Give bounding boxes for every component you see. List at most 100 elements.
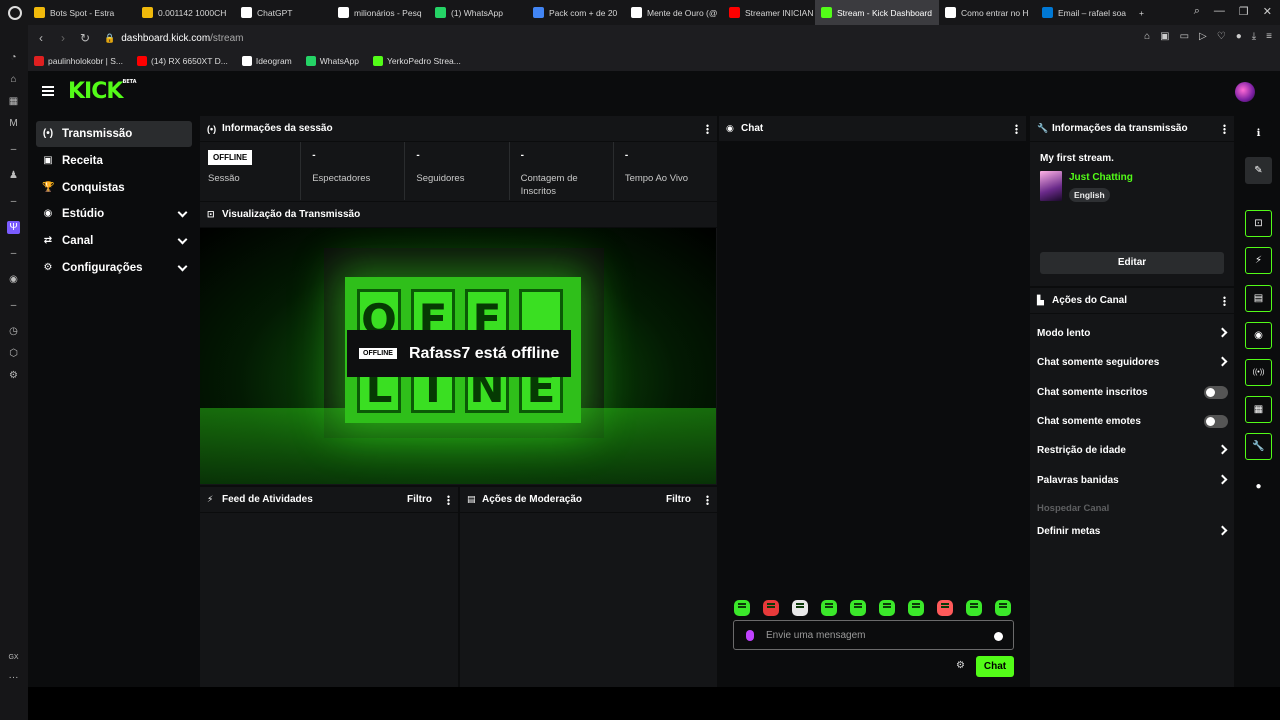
chat-input[interactable]: Envie uma mensagem: [733, 620, 1014, 650]
user-avatar[interactable]: [1235, 82, 1255, 102]
emote-icon[interactable]: [995, 600, 1011, 616]
app-icon[interactable]: Ψ: [7, 221, 20, 234]
panels-icon[interactable]: ▦: [1245, 396, 1272, 423]
more-icon[interactable]: ···: [7, 671, 20, 684]
browser-tab[interactable]: Bots Spot - Estra: [28, 0, 136, 25]
emote-icon[interactable]: [821, 600, 837, 616]
sidebar-item-configuracoes[interactable]: ⚙ Configurações: [36, 255, 192, 281]
pin-icon[interactable]: ⌂: [1144, 31, 1150, 42]
emote-icon[interactable]: [937, 600, 953, 616]
browser-tab[interactable]: Email – rafael soa: [1036, 0, 1133, 25]
chevron-right-icon[interactable]: [1217, 327, 1228, 338]
bookmark-item[interactable]: Ideogram: [241, 56, 292, 66]
kick-sidebar-icon[interactable]: ♟: [7, 169, 20, 182]
bubbles-icon[interactable]: ●: [1245, 473, 1272, 500]
extensions-icon[interactable]: ⬡: [7, 347, 20, 360]
broadcast-icon[interactable]: ((•)): [1245, 359, 1272, 386]
store-icon[interactable]: ⌂: [7, 73, 20, 86]
wrench-icon[interactable]: 🔧: [1245, 433, 1272, 460]
category-thumbnail[interactable]: [1040, 171, 1062, 201]
opera-logo-icon[interactable]: [8, 5, 22, 20]
browser-tab[interactable]: (1) WhatsApp: [429, 0, 527, 25]
emote-icon[interactable]: [792, 600, 808, 616]
new-tab-button[interactable]: +: [1133, 0, 1155, 25]
screen-capture-icon[interactable]: ⊡: [1245, 210, 1272, 237]
kebab-menu-icon[interactable]: [1015, 124, 1018, 134]
browser-tab[interactable]: ChatGPT: [235, 0, 332, 25]
heart-icon[interactable]: ♡: [1217, 31, 1226, 42]
edit-icon[interactable]: ✎: [1245, 157, 1272, 184]
chevron-down-icon[interactable]: [177, 261, 188, 272]
toggle-switch[interactable]: [1204, 415, 1228, 428]
browser-tab[interactable]: Streamer INICIAN: [723, 0, 815, 25]
chevron-right-icon[interactable]: [1217, 474, 1228, 485]
sidebar-item-estudio[interactable]: ◉ Estúdio: [36, 201, 192, 227]
channel-action-row[interactable]: Palavras banidas: [1030, 470, 1234, 490]
url-field[interactable]: 🔒 dashboard.kick.com/stream: [104, 33, 244, 44]
forward-icon[interactable]: ›: [54, 31, 72, 45]
history-icon[interactable]: ◷: [7, 325, 20, 338]
channel-action-row[interactable]: Chat somente seguidores: [1030, 352, 1234, 372]
emote-icon[interactable]: [850, 600, 866, 616]
bookmark-item[interactable]: (14) RX 6650XT D...: [136, 56, 228, 66]
hamburger-menu-icon[interactable]: [42, 86, 54, 96]
kebab-menu-icon[interactable]: [706, 124, 709, 134]
browser-tab[interactable]: Mente de Ouro (@: [625, 0, 723, 25]
back-icon[interactable]: ‹: [32, 31, 50, 45]
browser-tab[interactable]: Pack com + de 20: [527, 0, 625, 25]
emote-icon[interactable]: [879, 600, 895, 616]
emote-icon[interactable]: [966, 600, 982, 616]
category-name[interactable]: Just Chatting: [1069, 172, 1133, 183]
browser-tab[interactable]: Como entrar no H: [939, 0, 1036, 25]
sidebar-item-canal[interactable]: ⇄ Canal: [36, 228, 192, 254]
bookmark-item[interactable]: WhatsApp: [305, 56, 359, 66]
chevron-down-icon[interactable]: [177, 234, 188, 245]
play-icon[interactable]: ▷: [1199, 31, 1207, 42]
minimize-icon[interactable]: —: [1214, 5, 1225, 18]
search-tabs-icon[interactable]: ⌕: [1194, 5, 1200, 18]
gx-label[interactable]: GX: [7, 651, 20, 664]
sidebar-item-transmissao[interactable]: (•) Transmissão: [36, 121, 192, 147]
channel-action-row[interactable]: Definir metas: [1030, 521, 1234, 541]
browser-tab[interactable]: 0.001142 1000CH: [136, 0, 235, 25]
chat-settings-icon[interactable]: ⚙: [956, 661, 966, 671]
emote-icon[interactable]: [763, 600, 779, 616]
kick-logo[interactable]: KICKBETA: [68, 79, 137, 104]
chat-bubble-icon[interactable]: ◉: [1245, 322, 1272, 349]
kebab-menu-icon[interactable]: [1223, 124, 1226, 134]
bookmark-item[interactable]: paulinholokobr | S...: [34, 56, 123, 66]
chat-send-button[interactable]: Chat: [976, 656, 1014, 677]
channel-action-row[interactable]: Chat somente emotes: [1030, 411, 1234, 431]
channel-action-row[interactable]: Modo lento: [1030, 323, 1234, 343]
lightning-icon[interactable]: ⚡: [1245, 247, 1272, 274]
emoji-icon[interactable]: [994, 632, 1003, 641]
twitch-icon[interactable]: ▦: [7, 95, 20, 108]
settings-icon[interactable]: ⚙: [7, 369, 20, 382]
emote-icon[interactable]: [734, 600, 750, 616]
chevron-right-icon[interactable]: [1217, 444, 1228, 455]
chevron-right-icon[interactable]: [1217, 356, 1228, 367]
sidebar-item-receita[interactable]: ▣ Receita: [36, 148, 192, 174]
chevron-right-icon[interactable]: [1217, 525, 1228, 536]
speed-dial-icon[interactable]: ◔: [7, 51, 20, 64]
filter-button[interactable]: Filtro: [666, 494, 691, 505]
document-icon[interactable]: ▤: [1245, 285, 1272, 312]
chevron-down-icon[interactable]: [177, 207, 188, 218]
player-icon[interactable]: ◉: [7, 273, 20, 286]
info-icon[interactable]: ℹ: [1245, 120, 1272, 147]
microphone-icon[interactable]: [746, 629, 754, 641]
channel-action-row[interactable]: Restrição de idade: [1030, 440, 1234, 460]
snapshot-icon[interactable]: ▣: [1160, 31, 1169, 42]
toggle-switch[interactable]: [1204, 386, 1228, 399]
edit-button[interactable]: Editar: [1040, 252, 1224, 274]
kebab-menu-icon[interactable]: [1223, 296, 1226, 306]
messenger-icon[interactable]: M: [7, 117, 20, 130]
kebab-menu-icon[interactable]: [447, 495, 450, 505]
browser-tab[interactable]: milionários - Pesq: [332, 0, 429, 25]
emote-icon[interactable]: [908, 600, 924, 616]
browser-tab[interactable]: Stream - Kick Dashboard: [815, 0, 939, 25]
reload-icon[interactable]: ↻: [76, 31, 94, 45]
close-window-icon[interactable]: ✕: [1263, 5, 1272, 18]
channel-action-row[interactable]: Chat somente inscritos: [1030, 382, 1234, 402]
bookmark-item[interactable]: YerkoPedro Strea...: [372, 56, 461, 66]
